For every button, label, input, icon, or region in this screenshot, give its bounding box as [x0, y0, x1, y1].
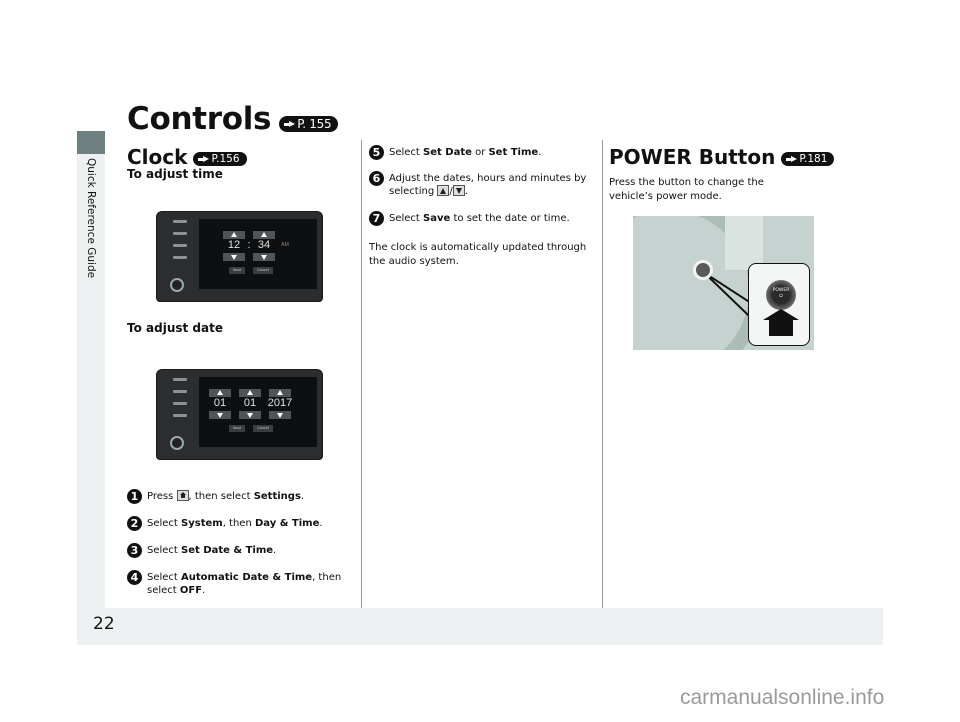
hour-value: 12: [227, 239, 241, 251]
column-divider: [602, 140, 603, 608]
clock-heading: Clock P.156: [127, 145, 247, 169]
year-value: 2017: [267, 397, 293, 409]
up-arrow-icon: [247, 390, 253, 395]
step-7: 7 Select Save to set the date or time.: [369, 211, 570, 226]
step-text: Select Set Date & Time.: [147, 545, 277, 556]
save-button: Save: [229, 267, 245, 274]
screen-display: 12 : 34 AM Save Cancel: [199, 219, 317, 289]
step-text: Select Automatic Date & Time, then selec…: [147, 572, 342, 596]
press-arrow-icon: [763, 309, 799, 320]
page-ref-link[interactable]: P. 155: [279, 116, 339, 132]
date-screen-illustration: 01 01 2017 Save Cancel: [156, 369, 323, 460]
sidebar-section-label: Quick Reference Guide: [85, 158, 97, 279]
power-description: Press the button to change the vehicle’s…: [609, 177, 764, 202]
column-divider: [361, 140, 362, 608]
step-6: 6 Adjust the dates, hours and minutes by…: [369, 171, 597, 198]
step-number: 3: [127, 543, 142, 558]
step-1: 1 Press , then select Settings.: [127, 489, 305, 504]
step-number: 5: [369, 145, 384, 160]
step-text: Select System, then Day & Time.: [147, 518, 323, 529]
month-value: 01: [213, 397, 227, 409]
minute-value: 34: [257, 239, 271, 251]
down-arrow-icon: [452, 185, 465, 196]
step-4: 4 Select Automatic Date & Time, then sel…: [127, 570, 347, 597]
power-button-callout: POWER ⏻: [748, 263, 810, 346]
time-separator: :: [247, 239, 251, 251]
clock-ref-link[interactable]: P.156: [193, 152, 247, 166]
adjust-date-heading: To adjust date: [127, 321, 223, 335]
up-arrow-icon: [217, 390, 223, 395]
step-number: 1: [127, 489, 142, 504]
press-arrow-body: [769, 320, 793, 336]
step-text: Select Save to set the date or time.: [389, 213, 570, 224]
ampm-value: AM: [281, 242, 289, 248]
power-heading-text: POWER Button: [609, 145, 776, 169]
step-2: 2 Select System, then Day & Time.: [127, 516, 323, 531]
down-arrow-icon: [261, 255, 267, 260]
power-button-icon: POWER ⏻: [766, 280, 796, 310]
power-ref-text: P.181: [799, 152, 828, 165]
up-arrow-icon: [231, 232, 237, 237]
step-text: Press , then select Settings.: [147, 490, 305, 502]
time-screen-illustration: 12 : 34 AM Save Cancel: [156, 211, 323, 302]
step-number: 2: [127, 516, 142, 531]
page-title-text: Controls: [127, 101, 272, 137]
clock-heading-text: Clock: [127, 145, 188, 169]
clock-ref-text: P.156: [211, 152, 240, 165]
up-arrow-icon: [277, 390, 283, 395]
down-arrow-icon: [231, 255, 237, 260]
page-title: Controls P. 155: [127, 101, 339, 137]
day-value: 01: [243, 397, 257, 409]
dash-panel-illustration: [725, 216, 763, 270]
page-ref-text: P. 155: [297, 117, 332, 131]
arrow-right-icon: [284, 120, 296, 128]
cancel-button: Cancel: [253, 425, 273, 432]
home-icon: [176, 490, 189, 501]
power-heading: POWER Button P.181: [609, 145, 835, 169]
save-button: Save: [229, 425, 245, 432]
down-arrow-icon: [247, 413, 253, 418]
step-number: 7: [369, 211, 384, 226]
down-arrow-icon: [217, 413, 223, 418]
up-arrow-icon: [437, 185, 450, 196]
up-arrow-icon: [261, 232, 267, 237]
volume-knob-icon: [170, 278, 184, 292]
step-5: 5 Select Set Date or Set Time.: [369, 145, 542, 160]
power-button-illustration: POWER ⏻: [633, 216, 814, 350]
step-number: 4: [127, 570, 142, 585]
footer-strip: [77, 608, 883, 645]
clock-note: The clock is automatically updated throu…: [369, 242, 587, 267]
cancel-button: Cancel: [253, 267, 273, 274]
arrow-right-icon: [198, 155, 210, 163]
volume-knob-icon: [170, 436, 184, 450]
adjust-time-heading: To adjust time: [127, 167, 223, 181]
watermark: carmanualsonline.info: [680, 686, 885, 709]
power-button-location-icon: [693, 260, 713, 280]
step-3: 3 Select Set Date & Time.: [127, 543, 277, 558]
power-ref-link[interactable]: P.181: [781, 152, 835, 166]
page-number: 22: [93, 614, 115, 634]
section-tab-marker: [77, 131, 105, 154]
step-text: Select Set Date or Set Time.: [389, 147, 542, 158]
step-number: 6: [369, 171, 384, 186]
screen-display: 01 01 2017 Save Cancel: [199, 377, 317, 447]
down-arrow-icon: [277, 413, 283, 418]
step-text: Adjust the dates, hours and minutes by s…: [389, 173, 587, 197]
arrow-right-icon: [786, 155, 798, 163]
